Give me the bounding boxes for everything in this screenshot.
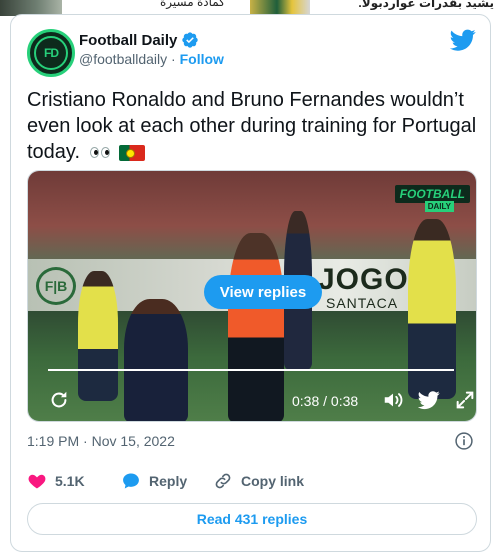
author-display-name[interactable]: Football Daily [79,32,177,49]
video-progress-fill [48,369,454,371]
news-headline-left[interactable]: كمادة مسيرة [160,0,225,9]
tweet-actions: 5.1K Reply Copy link [27,471,477,495]
video-progress-bar[interactable] [48,369,454,371]
twitter-logo-icon[interactable] [450,27,476,53]
eyes-icon [89,147,110,159]
reply-button[interactable]: Reply [121,471,187,491]
football-daily-watermark-sub: DAILY [424,201,454,212]
tweet-card: FD Football Daily @footballdaily · Follo… [10,14,491,552]
twitter-logo-icon[interactable] [418,389,440,411]
copy-link-label: Copy link [241,473,305,489]
video-time: 0:38 / 0:38 [292,393,359,409]
author-handle-row: @footballdaily · Follow [79,51,224,67]
verified-badge-icon [182,32,199,48]
portugal-flag-icon [119,144,146,161]
info-icon[interactable] [454,431,474,451]
player-figure [408,219,456,399]
tweet-text: Cristiano Ronaldo and Bruno Fernandes wo… [27,87,477,165]
like-count: 5.1K [55,473,85,489]
author-name-row: Football Daily [79,31,199,49]
heart-icon [28,474,46,489]
player-figure [78,271,118,401]
handle-separator: · [171,51,176,67]
author-handle[interactable]: @footballdaily [79,51,167,67]
news-headline-right[interactable]: يشيد بقدرات غواردبولا. [358,0,494,10]
avatar-logo: FD [34,36,68,70]
reply-label: Reply [149,473,188,489]
avatar[interactable]: FD [27,29,75,77]
volume-icon[interactable] [382,389,404,411]
follow-link[interactable]: Follow [180,51,224,67]
link-icon [215,473,231,489]
reply-bubble-icon [123,473,139,489]
video-controls: 0:38 / 0:38 [28,383,476,417]
read-replies-button[interactable]: Read 431 replies [27,503,477,535]
tweet-timestamp[interactable]: 1:19 PM · Nov 15, 2022 [27,433,175,449]
like-button[interactable]: 5.1K [27,471,85,491]
replay-icon[interactable] [48,389,70,411]
view-replies-button[interactable]: View replies [204,275,322,309]
copy-link-button[interactable]: Copy link [213,471,304,491]
video-player[interactable]: F|B JOGOS SANTACA FOOTBALL DAILY View re… [27,170,477,422]
board-logo: F|B [36,267,76,305]
fullscreen-icon[interactable] [454,389,476,411]
board-sponsor-subtext: SANTACA [326,295,399,311]
